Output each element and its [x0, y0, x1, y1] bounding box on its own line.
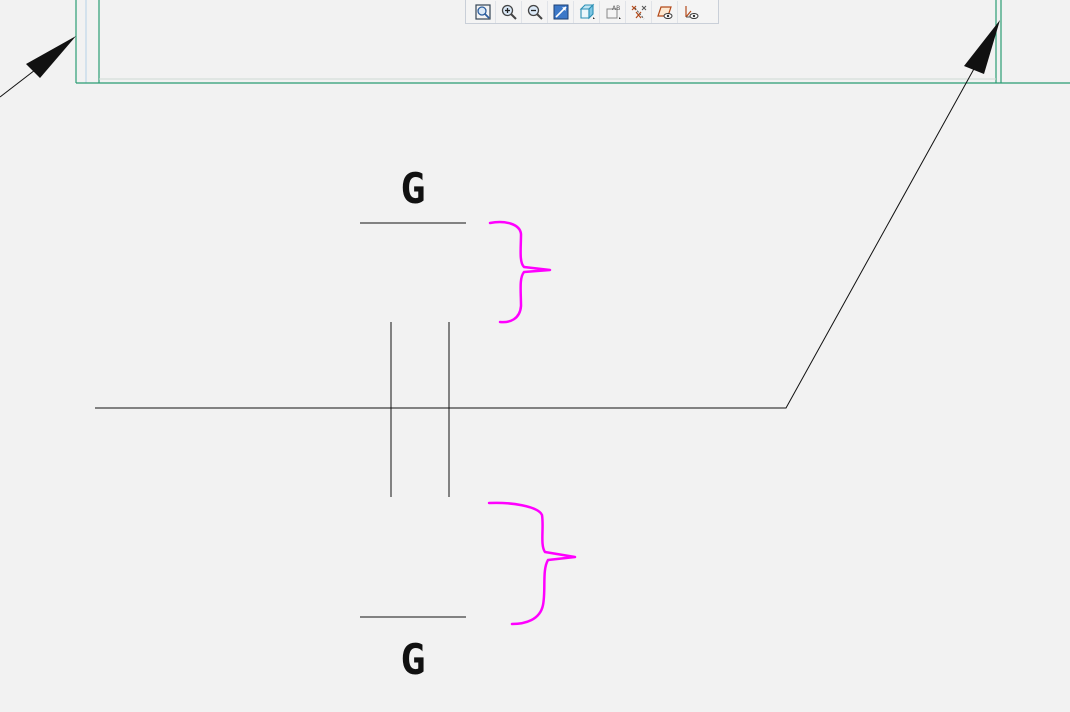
- zoom-in-button[interactable]: [496, 0, 522, 23]
- svg-text:AB: AB: [612, 5, 620, 12]
- zoom-fit-button[interactable]: [470, 0, 496, 23]
- datum-feature-bottom[interactable]: G: [360, 616, 466, 684]
- markup-brace-top: [488, 220, 552, 324]
- csys-display-button[interactable]: [678, 1, 704, 23]
- zoom-fit-icon: [474, 3, 491, 20]
- datum-feature-top[interactable]: G: [360, 164, 466, 224]
- zoom-out-button[interactable]: [522, 0, 548, 23]
- plane-display-icon: [656, 5, 672, 19]
- drawing-canvas[interactable]: G G AB: [0, 0, 1070, 712]
- datum-display-button[interactable]: [626, 0, 652, 23]
- leader-arrow-right[interactable]: [95, 20, 1000, 409]
- markup-brace-bottom: [487, 501, 577, 626]
- zoom-window-button[interactable]: [548, 0, 574, 23]
- annotation-display-button[interactable]: AB: [600, 0, 626, 23]
- zoom-window-icon: [553, 4, 568, 19]
- datum-display-icon: [631, 5, 646, 19]
- view-orientation-button[interactable]: [574, 0, 600, 23]
- view-toolbar: AB: [465, 0, 719, 24]
- plane-display-button[interactable]: [652, 0, 678, 23]
- zoom-out-icon: [527, 4, 543, 20]
- view-orientation-icon: [579, 3, 595, 19]
- csys-display-icon: [685, 5, 699, 19]
- drawing-area[interactable]: G G: [0, 0, 1070, 712]
- zoom-in-icon: [501, 4, 517, 20]
- datum-top-label: G: [400, 164, 425, 213]
- annotation-display-icon: AB: [606, 5, 621, 19]
- leader-arrow-left[interactable]: [0, 36, 76, 98]
- datum-bottom-label: G: [400, 635, 425, 684]
- extension-lines: [390, 322, 450, 497]
